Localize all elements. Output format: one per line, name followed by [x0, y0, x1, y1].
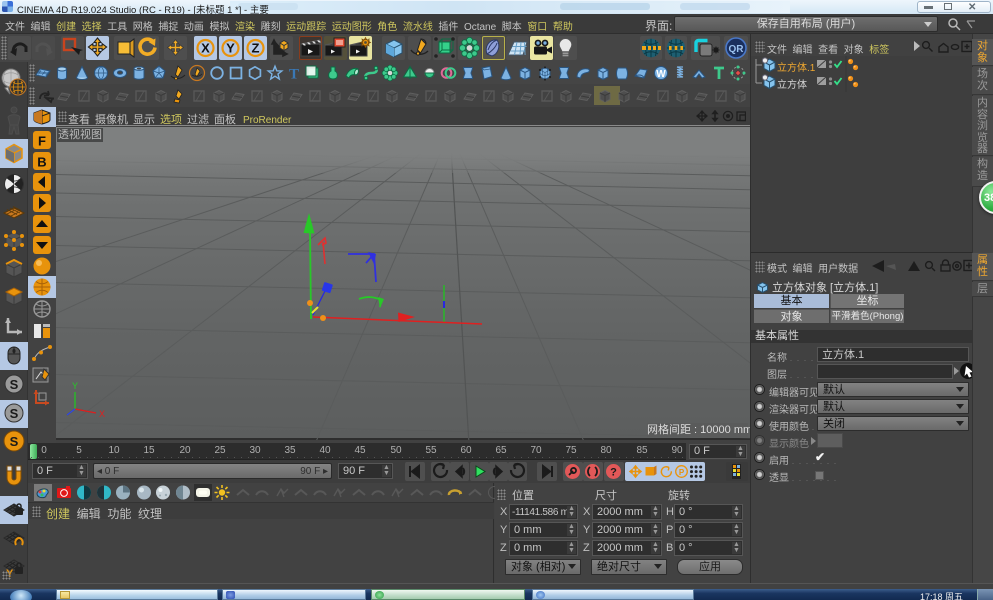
svg-text:S: S	[10, 377, 19, 392]
svg-text:S: S	[10, 406, 19, 421]
svg-text:P: P	[679, 468, 685, 477]
svg-text:F: F	[38, 134, 46, 149]
svg-text:Z: Z	[252, 41, 260, 56]
svg-text:?: ?	[610, 467, 617, 479]
svg-text:W: W	[656, 69, 666, 80]
svg-text:B: B	[37, 155, 46, 170]
svg-text:QR: QR	[729, 44, 745, 55]
svg-text:T: T	[289, 67, 299, 83]
svg-text:S: S	[10, 434, 19, 449]
svg-text:X: X	[99, 409, 105, 419]
svg-text:Y: Y	[226, 41, 235, 56]
svg-text:Y: Y	[72, 381, 78, 391]
svg-text:X: X	[201, 41, 210, 56]
